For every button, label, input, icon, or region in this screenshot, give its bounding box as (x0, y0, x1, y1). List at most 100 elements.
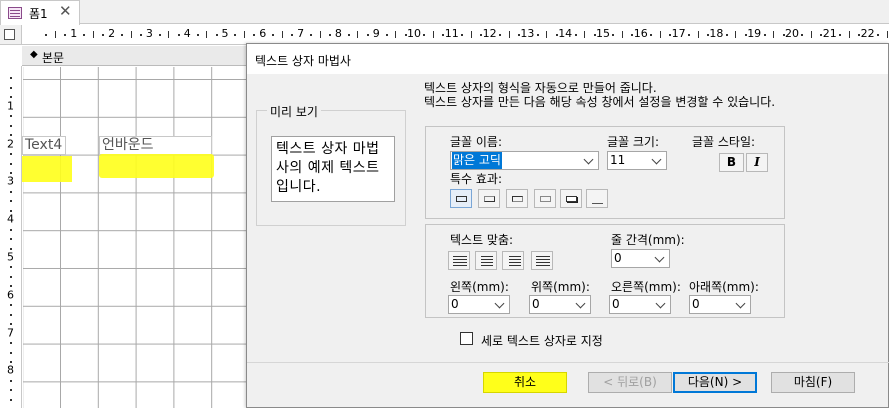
ruler-tick (319, 31, 321, 38)
ruler-number: 2 (108, 27, 116, 40)
font-style-label: 글꼴 스타일: (692, 135, 756, 149)
tab-form1[interactable]: 폼1 ✕ (0, 0, 80, 25)
ruler-tick (10, 379, 12, 382)
align-center-icon (481, 256, 493, 267)
bold-button[interactable]: B (719, 153, 744, 172)
chevron-down-icon[interactable] (733, 296, 750, 313)
ruler-tick (177, 34, 180, 36)
vertical-text-label[interactable]: 세로 텍스트 상자로 지정 (481, 332, 603, 349)
ruler-number: 10 (407, 27, 421, 40)
ruler-number: 3 (145, 27, 153, 40)
ruler-number: 7 (297, 27, 305, 40)
detail-section-bar[interactable]: ◆ 본문 (22, 46, 246, 66)
ruler-tick (801, 34, 804, 36)
ruler-number: 21 (822, 27, 837, 40)
ruler-tick (621, 31, 623, 38)
chevron-down-icon[interactable] (653, 296, 670, 313)
ruler-tick (357, 31, 359, 38)
italic-button[interactable]: I (746, 153, 768, 172)
text-box-label[interactable]: Text4 (22, 136, 66, 155)
effect-etched-button[interactable] (534, 189, 556, 208)
form-selector[interactable] (0, 25, 22, 45)
font-size-select[interactable]: 11 (607, 151, 667, 170)
vertical-ruler[interactable]: 1 2 3 4 5 6 7 8 (0, 66, 22, 408)
next-button[interactable]: 다음(N) > (673, 372, 757, 393)
left-margin-select[interactable]: 0 (448, 295, 510, 314)
design-grid[interactable] (23, 67, 246, 408)
ruler-tick (10, 77, 12, 80)
ruler-number: 15 (596, 27, 610, 40)
effect-shadowed-button[interactable] (560, 189, 582, 208)
align-left-button[interactable] (448, 251, 470, 270)
back-button[interactable]: < 뒤로(B) (588, 372, 672, 393)
ruler-tick (10, 200, 12, 203)
finish-button[interactable]: 마침(F) (771, 372, 855, 393)
ruler-number: 18 (709, 27, 724, 40)
effect-flat-icon (456, 196, 467, 202)
ruler-tick (10, 323, 12, 326)
right-margin-select[interactable]: 0 (609, 295, 671, 314)
effect-chiseled-icon (592, 198, 603, 204)
align-distribute-button[interactable] (531, 251, 553, 270)
align-distribute-icon (536, 256, 550, 267)
ruler-tick (10, 190, 12, 193)
close-icon[interactable]: ✕ (59, 2, 72, 20)
font-size-value: 11 (610, 153, 626, 167)
ruler-tick (196, 34, 199, 36)
chevron-down-icon[interactable] (492, 296, 509, 313)
ruler-tick (470, 31, 472, 38)
font-name-select[interactable]: 맑은 고딕 (450, 151, 599, 170)
vertical-text-checkbox[interactable] (460, 332, 473, 345)
top-margin-select[interactable]: 0 (529, 295, 591, 314)
chevron-down-icon[interactable] (581, 152, 598, 169)
ruler-number: 4 (183, 27, 191, 40)
ruler-number: 8 (334, 27, 342, 40)
preview-line: 입니다. (276, 179, 322, 195)
ruler-tick (130, 31, 132, 38)
chevron-down-icon[interactable] (573, 296, 590, 313)
description-line: 텍스트 상자의 형식을 자동으로 만들어 줍니다. (424, 81, 657, 95)
ruler-tick (10, 162, 12, 165)
align-right-button[interactable] (502, 251, 524, 270)
preview-line: 텍스트 상자 마법 (276, 141, 380, 157)
ruler-number: 5 (221, 27, 229, 40)
ruler-tick (45, 34, 48, 36)
cancel-button[interactable]: 취소 (483, 372, 567, 393)
ruler-tick (886, 31, 888, 38)
form-selector-icon (4, 29, 15, 40)
effect-flat-button[interactable] (450, 189, 472, 208)
ruler-tick (234, 34, 237, 36)
effect-sunken-button[interactable] (506, 189, 528, 208)
ruler-tick (272, 34, 275, 36)
ruler-tick (291, 34, 294, 36)
ruler-tick (461, 34, 464, 36)
ruler-tick (877, 34, 880, 36)
ruler-tick (10, 238, 12, 241)
bottom-margin-select[interactable]: 0 (689, 295, 751, 314)
ruler-tick (64, 34, 67, 36)
chevron-down-icon[interactable] (652, 250, 669, 267)
effect-chiseled-button[interactable] (586, 189, 608, 208)
dialog-title-bar[interactable]: 텍스트 상자 마법사 (247, 44, 888, 74)
effect-raised-icon (484, 196, 495, 202)
horizontal-ruler[interactable]: 1 2 3 4 5 6 7 8 9 10 11 12 13 14 15 16 17 18 19 20 21 22 (22, 25, 889, 45)
ruler-tick (432, 31, 434, 38)
ruler-number: 2 (7, 137, 14, 151)
left-margin-value: 0 (451, 297, 459, 311)
unbound-label[interactable]: 언바운드 (99, 136, 212, 155)
ruler-tick (10, 96, 12, 99)
align-center-button[interactable] (475, 251, 497, 270)
ruler-number: 14 (558, 27, 573, 40)
chevron-down-icon[interactable] (649, 152, 666, 169)
ruler-tick (10, 304, 12, 307)
highlight-mark (22, 156, 72, 182)
effect-raised-button[interactable] (478, 189, 500, 208)
ruler-tick (508, 31, 510, 38)
line-spacing-select[interactable]: 0 (611, 249, 670, 268)
ruler-tick (10, 247, 12, 250)
ruler-tick (366, 34, 369, 36)
ruler-tick (10, 124, 12, 127)
ruler-tick (848, 31, 850, 38)
preview-group-label: 미리 보기 (267, 103, 321, 120)
ruler-tick (10, 285, 12, 288)
